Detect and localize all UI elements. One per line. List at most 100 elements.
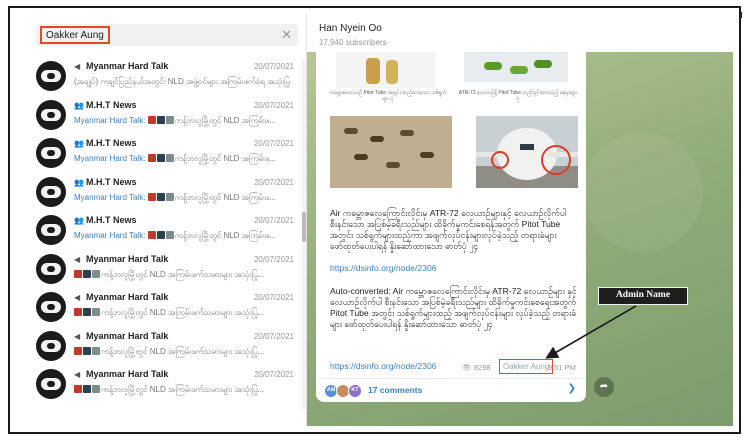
chat-title-text: M.H.T News <box>86 99 137 110</box>
emoji-icon <box>165 231 174 239</box>
post-time: 9:51 PM <box>548 363 576 372</box>
emoji-icon <box>74 346 82 355</box>
chat-title-text: Myanmar Hard Talk <box>86 330 169 341</box>
post-image-row-bottom <box>324 116 578 196</box>
comments-bar[interactable]: AM KT 17 comments ❯ <box>316 378 586 402</box>
chat-preview: Myanmar Hard Talk: ကန့်ဘလူမြို့တွင် NLD … <box>74 192 296 204</box>
chat-list-item[interactable]: 👥 M.H.T News 20/07/2021 Myanmar Hard Talk: … <box>28 95 298 134</box>
chat-date: 20/07/2021 <box>253 100 294 110</box>
close-icon[interactable]: ✕ <box>281 27 292 43</box>
channel-header[interactable]: Han Nyein Oo 17,940 subscribers <box>307 14 733 52</box>
chat-list-item[interactable]: ◀ Myanmar Hard Talk 20/07/2021 ကန့်ဘလူမြို့… <box>28 249 298 288</box>
emoji-icon <box>147 192 156 201</box>
post-author-signature: Oakker Aung <box>499 359 554 374</box>
chat-title: ◀ Myanmar Hard Talk <box>74 369 168 379</box>
emoji-icon <box>74 269 82 278</box>
post-link-1[interactable]: https://dsinfo.org/node/2306 <box>330 263 437 273</box>
preview-text: ကန့်ဘလူမြို့တွင် NLD အကြမ်းဖက်သမားများ အ… <box>101 308 265 317</box>
chat-list-item[interactable]: ◀ Myanmar Hard Talk 20/07/2021 ကန့်ဘလူမြို့… <box>28 326 298 365</box>
avatar <box>36 138 66 168</box>
group-icon: 👥 <box>74 139 84 148</box>
chat-preview: ကန့်ဘလူမြို့တွင် NLD အကြမ်းဖက်သမားများ အ… <box>74 307 296 319</box>
emoji-icon <box>83 385 91 393</box>
megaphone-icon: ◀ <box>74 254 81 264</box>
chat-preview: (အချုပ်) ကချင်ပြည်နယ်အတွင်း NLD အဖွဲ့ဝင်… <box>74 76 296 88</box>
avatar <box>36 99 66 130</box>
avatar <box>36 176 66 207</box>
chat-date: 20/07/2021 <box>253 370 294 379</box>
chat-title: 👥 M.H.T News <box>74 177 137 187</box>
megaphone-icon: ◀ <box>74 370 81 379</box>
emoji-icon <box>83 308 91 316</box>
chat-date: 20/07/2021 <box>253 62 294 71</box>
chat-preview: ကန့်ဘလူမြို့တွင် NLD အကြမ်းဖက်သမားများ အ… <box>74 346 296 358</box>
avatar <box>36 369 66 399</box>
chat-date: 20/07/2021 <box>253 177 294 187</box>
chat-list-item[interactable]: 👥 M.H.T News 20/07/2021 Myanmar Hard Talk: … <box>28 172 298 211</box>
chat-title-text: Myanmar Hard Talk <box>86 292 169 302</box>
preview-text: ကန့်ဘလူမြို့တွင် NLD အကြမ်းဖ... <box>174 115 277 125</box>
chat-preview: ကန့်ဘလူမြို့တွင် NLD အကြမ်းဖက်သမားများ အ… <box>74 384 296 396</box>
group-icon: 👥 <box>74 100 84 110</box>
chat-preview: Myanmar Hard Talk: ကန့်ဘလူမြို့တွင် NLD … <box>74 230 296 242</box>
post-photo-aircraft[interactable] <box>476 116 578 188</box>
channel-post[interactable]: ကမ္ဘောဇလေယာဉ် Pitot Tube အတွင်း ထည့်ထားသ… <box>316 52 586 402</box>
emoji-icon <box>165 115 174 124</box>
chat-list-item[interactable]: 👥 M.H.T News 20/07/2021 Myanmar Hard Talk: … <box>28 133 298 172</box>
emoji-icon <box>156 231 165 239</box>
post-image-row-top: ကမ္ဘောဇလေယာဉ် Pitot Tube အတွင်း ထည့်ထားသ… <box>324 52 578 102</box>
search-input[interactable]: Oakker Aung <box>40 26 110 44</box>
chat-title: ◀ Myanmar Hard Talk <box>74 292 168 302</box>
channel-name: Han Nyein Oo <box>319 23 382 34</box>
share-icon[interactable]: ➦ <box>594 377 614 397</box>
chevron-right-icon[interactable]: ❯ <box>568 383 576 394</box>
photo-caption-1: ကမ္ဘောဇလေယာဉ် Pitot Tube အတွင်း ထည့်ထားသ… <box>329 90 447 102</box>
emoji-icon <box>147 115 156 124</box>
chat-date: 20/07/2021 <box>253 331 294 341</box>
chat-title-text: M.H.T News <box>86 176 137 187</box>
preview-text: (အချုပ်) ကချင်ပြည်နယ်အတွင်း NLD အဖွဲ့ဝင်… <box>74 77 291 86</box>
chat-date: 20/07/2021 <box>253 254 294 264</box>
search-bar[interactable]: Oakker Aung ✕ <box>36 24 298 46</box>
emoji-icon <box>165 192 174 201</box>
megaphone-icon: ◀ <box>74 331 81 341</box>
emoji-icon <box>156 192 165 201</box>
preview-text: ကန့်ဘလူမြို့တွင် NLD အကြမ်းဖ... <box>174 192 277 202</box>
chat-date: 20/07/2021 <box>253 139 294 148</box>
chat-date: 20/07/2021 <box>253 293 294 302</box>
chat-title: 👥 M.H.T News <box>74 138 137 148</box>
preview-text: ကန့်ဘလူမြို့တွင် NLD အကြမ်းဖက်သမားများ အ… <box>101 269 265 279</box>
chat-title-text: M.H.T News <box>86 138 137 148</box>
chat-list: ◀ Myanmar Hard Talk 20/07/2021 (အချုပ်) ကချ… <box>28 56 298 403</box>
preview-sender: Myanmar Hard Talk: <box>74 231 146 240</box>
emoji-icon <box>156 115 165 124</box>
chat-date: 20/07/2021 <box>253 216 294 225</box>
emoji-icon <box>92 385 100 393</box>
emoji-icon <box>165 154 174 162</box>
emoji-icon <box>83 346 91 355</box>
comments-count[interactable]: 17 comments <box>368 385 422 395</box>
post-photo-seeds[interactable] <box>330 116 452 188</box>
aircraft-photo-drawing <box>476 116 578 188</box>
chat-preview: ကန့်ဘလူမြို့တွင် NLD အကြမ်းဖက်သမားများ အ… <box>74 269 296 281</box>
avatar <box>36 253 66 284</box>
preview-sender: Myanmar Hard Talk: <box>74 192 146 202</box>
frame-notch <box>740 12 742 18</box>
post-text-autoconverted: Auto-converted: Air ကမ္ဘောဇလေကြောင်းလိုင… <box>330 286 577 329</box>
post-photo-leaves[interactable] <box>464 52 568 82</box>
chat-list-item[interactable]: ◀ Myanmar Hard Talk 20/07/2021 ကန့်ဘလူမြို့… <box>28 364 298 403</box>
post-photo-offering[interactable] <box>336 52 436 88</box>
commenter-avatar: KT <box>348 384 362 398</box>
group-icon: 👥 <box>74 177 84 187</box>
chat-list-item[interactable]: ◀ Myanmar Hard Talk 20/07/2021 (အချုပ်) ကချ… <box>28 56 298 95</box>
emoji-icon <box>147 154 156 162</box>
chat-title: ◀ Myanmar Hard Talk <box>74 61 168 71</box>
chat-list-item[interactable]: ◀ Myanmar Hard Talk 20/07/2021 ကန့်ဘလူမြို့… <box>28 287 298 326</box>
megaphone-icon: ◀ <box>74 293 81 302</box>
post-link-2[interactable]: https://dsinfo.org/node/2306 <box>330 361 437 371</box>
emoji-icon <box>156 154 165 162</box>
chat-title: ◀ Myanmar Hard Talk <box>74 254 168 264</box>
chat-list-item[interactable]: 👥 M.H.T News 20/07/2021 Myanmar Hard Talk: … <box>28 210 298 249</box>
chat-title-text: M.H.T News <box>86 215 137 225</box>
chat-title-text: Myanmar Hard Talk <box>86 253 169 264</box>
